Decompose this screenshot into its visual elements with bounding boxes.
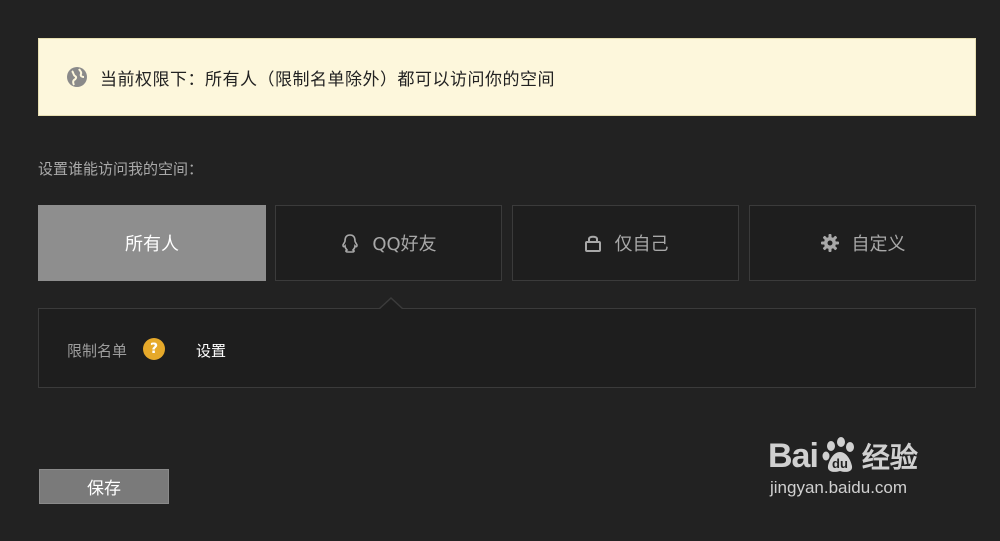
watermark-url: jingyan.baidu.com <box>770 478 908 497</box>
panel-pointer-fill <box>379 299 403 310</box>
watermark-logo: Bai du 经验 <box>768 436 958 476</box>
paw-icon: du <box>820 436 860 476</box>
baidu-jingyan-watermark: Bai du 经验 jingyan.baidu.com <box>768 436 958 520</box>
watermark-brand-left: Bai <box>768 437 819 475</box>
watermark-brand-right: 经验 <box>861 441 918 474</box>
option-label: 所有人 <box>125 234 179 255</box>
banner-text: 当前权限下：所有人（限制名单除外）都可以访问你的空间 <box>100 69 555 90</box>
svg-text:du: du <box>832 456 848 471</box>
gear-icon <box>820 233 840 253</box>
save-button[interactable]: 保存 <box>39 469 169 504</box>
option-everyone[interactable]: 所有人 <box>38 205 266 281</box>
permission-banner: 当前权限下：所有人（限制名单除外）都可以访问你的空间 <box>38 38 976 116</box>
lock-icon <box>583 233 603 253</box>
restriction-list-label: 限制名单 <box>67 342 128 360</box>
option-custom[interactable]: 自定义 <box>749 205 976 281</box>
section-label: 设置谁能访问我的空间： <box>38 160 204 178</box>
qq-icon <box>340 233 360 253</box>
option-qq-friends[interactable]: QQ好友 <box>275 205 502 281</box>
option-label: QQ好友 <box>372 234 437 255</box>
set-restriction-link[interactable]: 设置 <box>196 340 226 361</box>
option-label: 自定义 <box>851 234 906 255</box>
option-label: 仅自己 <box>614 234 669 255</box>
access-options: 所有人 QQ好友 仅自己 自定义 <box>38 205 976 281</box>
restriction-panel: 限制名单 ? 设置 <box>38 308 976 388</box>
globe-icon <box>66 66 88 88</box>
option-only-me[interactable]: 仅自己 <box>512 205 739 281</box>
help-icon[interactable]: ? <box>143 338 165 360</box>
